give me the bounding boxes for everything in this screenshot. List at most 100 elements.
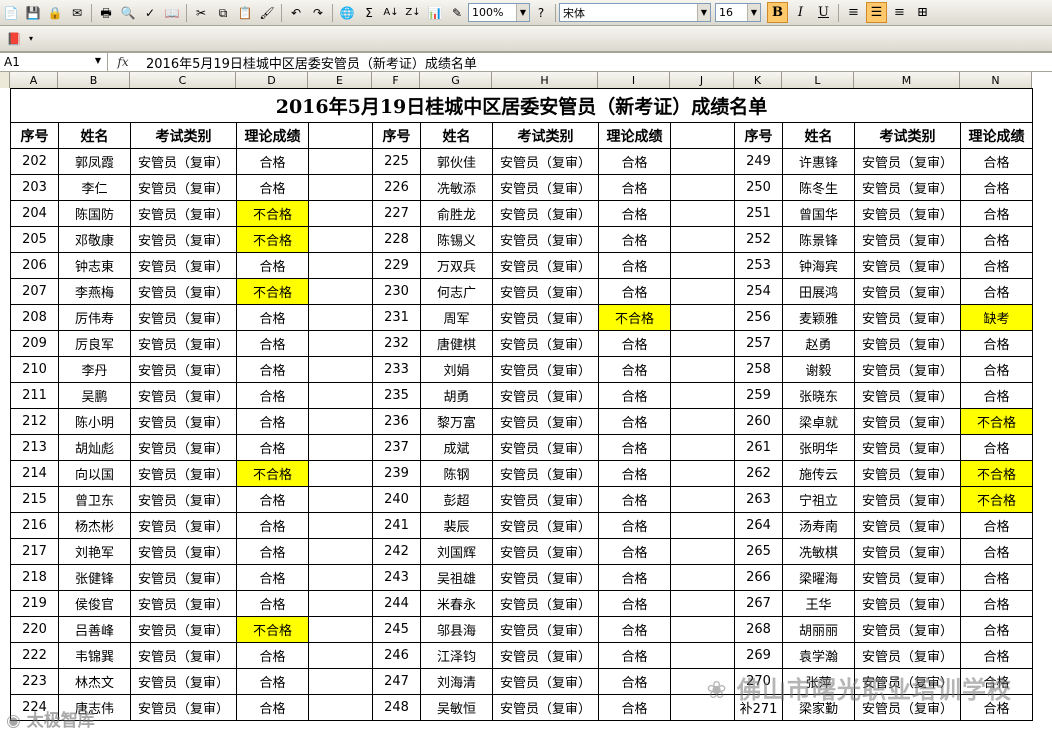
column-header[interactable]: A (10, 72, 58, 88)
seq-cell[interactable]: 204 (10, 200, 59, 227)
sheet-title[interactable]: 2016年5月19日桂城中区居委安管员（新考证）成绩名单 (10, 88, 1033, 123)
name-cell[interactable]: 张萍 (782, 668, 855, 695)
category-cell[interactable]: 安管员（复审） (130, 642, 237, 669)
score-cell[interactable]: 合格 (236, 356, 309, 383)
score-cell[interactable]: 合格 (960, 226, 1033, 253)
name-cell[interactable]: 吴敏恒 (420, 694, 493, 721)
column-header[interactable]: B (58, 72, 130, 88)
column-header[interactable]: D (236, 72, 308, 88)
category-cell[interactable]: 安管员（复审） (854, 590, 961, 617)
seq-cell[interactable]: 252 (734, 226, 783, 253)
spacer-cell[interactable] (308, 486, 373, 513)
category-cell[interactable]: 安管员（复审） (492, 434, 599, 461)
name-cell[interactable]: 成斌 (420, 434, 493, 461)
score-cell[interactable]: 不合格 (960, 408, 1033, 435)
column-header[interactable]: L (782, 72, 854, 88)
formula-input[interactable]: 2016年5月19日桂城中区居委安管员（新考证）成绩名单 (138, 53, 477, 72)
name-cell[interactable]: 张晓东 (782, 382, 855, 409)
paste-icon[interactable]: 📋 (235, 3, 255, 23)
category-cell[interactable]: 安管员（复审） (492, 616, 599, 643)
chevron-down-icon[interactable]: ▼ (747, 4, 760, 21)
category-cell[interactable]: 安管员（复审） (492, 694, 599, 721)
seq-cell[interactable]: 203 (10, 174, 59, 201)
spacer-cell[interactable] (308, 148, 373, 175)
category-cell[interactable]: 安管员（复审） (130, 512, 237, 539)
score-cell[interactable]: 合格 (960, 564, 1033, 591)
seq-cell[interactable]: 260 (734, 408, 783, 435)
category-cell[interactable]: 安管员（复审） (492, 330, 599, 357)
score-cell[interactable]: 合格 (598, 252, 671, 279)
category-cell[interactable]: 安管员（复审） (130, 200, 237, 227)
category-cell[interactable]: 安管员（复审） (130, 304, 237, 331)
spacer-cell[interactable] (308, 408, 373, 435)
seq-cell[interactable]: 241 (372, 512, 421, 539)
header-cell[interactable]: 序号 (10, 122, 59, 149)
name-cell[interactable]: 吴祖雄 (420, 564, 493, 591)
name-cell[interactable]: 陈景锋 (782, 226, 855, 253)
seq-cell[interactable]: 214 (10, 460, 59, 487)
spacer-cell[interactable] (308, 174, 373, 201)
category-cell[interactable]: 安管员（复审） (854, 226, 961, 253)
name-cell[interactable]: 吕善峰 (58, 616, 131, 643)
new-icon[interactable]: 📄 (1, 3, 21, 23)
merge-center-icon[interactable]: ⊞ (912, 2, 933, 23)
category-cell[interactable]: 安管员（复审） (130, 148, 237, 175)
spacer-cell[interactable] (670, 616, 735, 643)
name-cell[interactable]: 杨杰彬 (58, 512, 131, 539)
spacer-cell[interactable] (308, 512, 373, 539)
score-cell[interactable]: 不合格 (598, 304, 671, 331)
category-cell[interactable]: 安管员（复审） (854, 434, 961, 461)
spacer-cell[interactable] (308, 278, 373, 305)
seq-cell[interactable]: 231 (372, 304, 421, 331)
spacer-cell[interactable] (308, 226, 373, 253)
score-cell[interactable]: 合格 (236, 382, 309, 409)
name-cell[interactable]: 向以国 (58, 460, 131, 487)
print-preview-icon[interactable]: 🔍 (118, 3, 138, 23)
score-cell[interactable]: 不合格 (236, 200, 309, 227)
score-cell[interactable]: 合格 (236, 174, 309, 201)
seq-cell[interactable]: 236 (372, 408, 421, 435)
seq-cell[interactable]: 229 (372, 252, 421, 279)
spacer-cell[interactable] (308, 616, 373, 643)
category-cell[interactable]: 安管员（复审） (130, 616, 237, 643)
seq-cell[interactable]: 228 (372, 226, 421, 253)
score-cell[interactable]: 合格 (236, 642, 309, 669)
score-cell[interactable]: 合格 (236, 486, 309, 513)
category-cell[interactable]: 安管员（复审） (854, 356, 961, 383)
spacer-cell[interactable] (308, 122, 373, 149)
score-cell[interactable]: 合格 (598, 590, 671, 617)
score-cell[interactable]: 合格 (960, 174, 1033, 201)
score-cell[interactable]: 合格 (960, 200, 1033, 227)
worksheet[interactable]: ABCDEFGHIJKLMN 2016年5月19日桂城中区居委安管员（新考证）成… (0, 72, 1052, 740)
align-left-icon[interactable]: ≡ (843, 2, 864, 23)
category-cell[interactable]: 安管员（复审） (492, 356, 599, 383)
research-icon[interactable]: 📖 (162, 3, 182, 23)
name-cell[interactable]: 陈锡义 (420, 226, 493, 253)
name-cell[interactable]: 郭伙佳 (420, 148, 493, 175)
spacer-cell[interactable] (670, 148, 735, 175)
spacer-cell[interactable] (670, 486, 735, 513)
seq-cell[interactable]: 226 (372, 174, 421, 201)
category-cell[interactable]: 安管员（复审） (492, 174, 599, 201)
category-cell[interactable]: 安管员（复审） (130, 226, 237, 253)
function-icon[interactable]: fx (108, 55, 138, 69)
name-cell[interactable]: 胡灿彪 (58, 434, 131, 461)
spacer-cell[interactable] (670, 668, 735, 695)
name-cell[interactable]: 刘国辉 (420, 538, 493, 565)
score-cell[interactable]: 合格 (960, 512, 1033, 539)
category-cell[interactable]: 安管员（复审） (854, 252, 961, 279)
header-cell[interactable]: 姓名 (782, 122, 855, 149)
header-cell[interactable]: 考试类别 (854, 122, 961, 149)
score-cell[interactable]: 合格 (960, 616, 1033, 643)
chevron-down-icon[interactable]: ▼ (95, 56, 101, 65)
score-cell[interactable]: 合格 (236, 564, 309, 591)
score-cell[interactable]: 不合格 (960, 460, 1033, 487)
score-cell[interactable]: 合格 (960, 330, 1033, 357)
category-cell[interactable]: 安管员（复审） (492, 252, 599, 279)
name-cell[interactable]: 万双兵 (420, 252, 493, 279)
name-cell[interactable]: 张明华 (782, 434, 855, 461)
name-cell[interactable]: 钟海宾 (782, 252, 855, 279)
score-cell[interactable]: 合格 (236, 590, 309, 617)
score-cell[interactable]: 合格 (236, 668, 309, 695)
name-cell[interactable]: 冼敏棋 (782, 538, 855, 565)
